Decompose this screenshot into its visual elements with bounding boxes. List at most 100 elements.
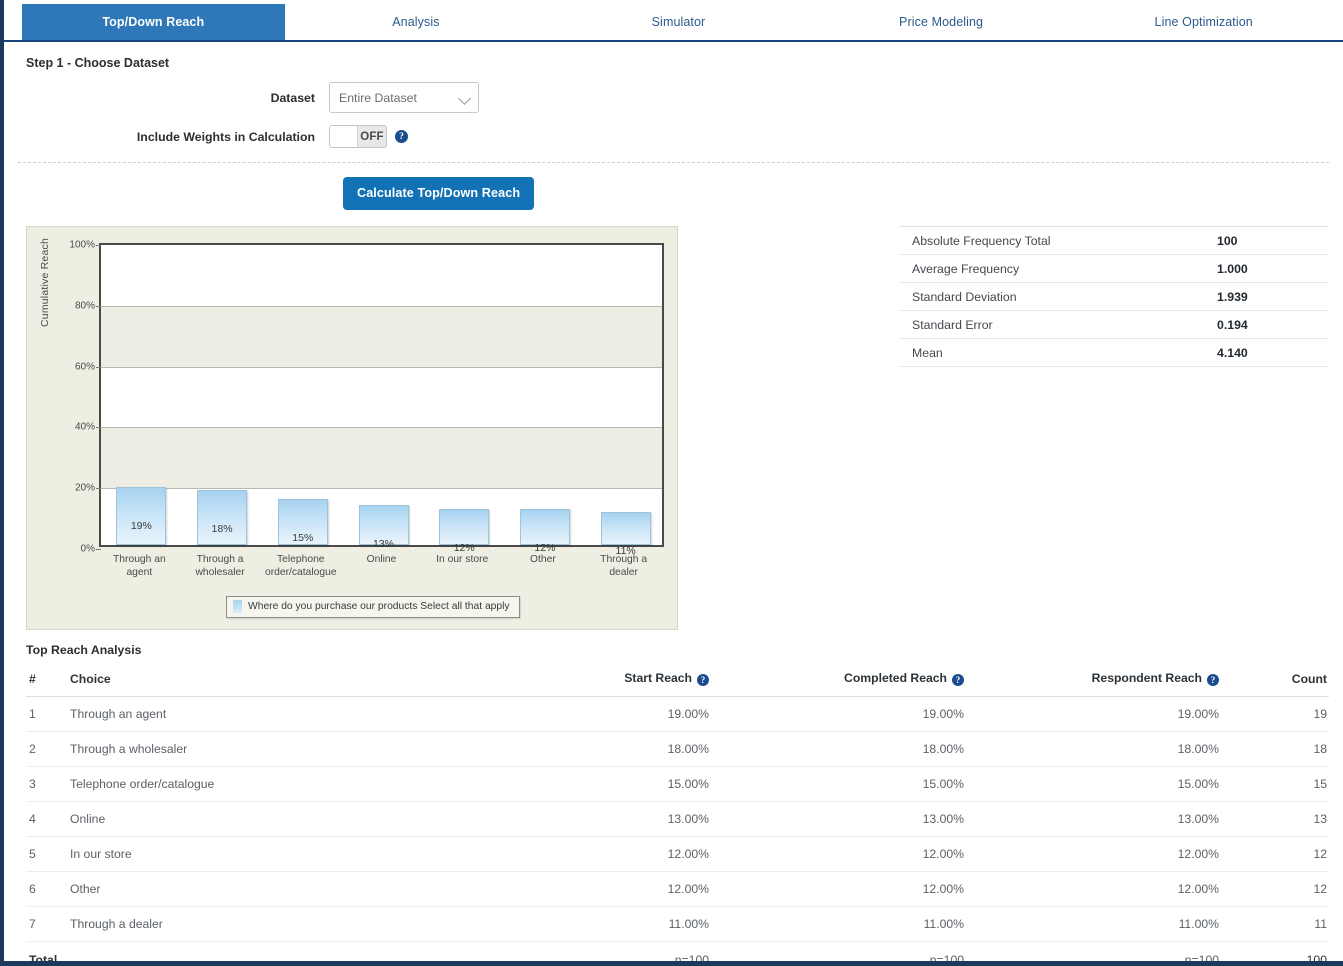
cell-respondent-reach: 12.00% [964,872,1219,907]
weights-row: Include Weights in Calculation OFF ? [4,125,1343,148]
step-title: Step 1 - Choose Dataset [26,56,1343,70]
col-header-count: Count [1219,664,1329,697]
cell-choice: Through an agent [70,697,499,732]
cell-respondent-reach: 13.00% [964,802,1219,837]
tab-analysis[interactable]: Analysis [285,4,548,40]
stats-row-name: Mean [899,346,1209,360]
page-root: Top/Down Reach Analysis SimulatorPrice Mod… [0,0,1343,966]
toggle-knob [330,126,358,147]
table-header-row: # Choice Start Reach? Completed Reach? R… [26,664,1329,697]
include-weights-toggle[interactable]: OFF [329,125,387,148]
chart-x-label: Telephone order/catalogue [264,553,337,579]
cell-start-reach: 12.00% [499,837,709,872]
calculate-row: Calculate Top/Down Reach [4,177,1343,210]
tab-top-down-reach[interactable]: Top/Down Reach [22,4,285,40]
cell-start-reach: 19.00% [499,697,709,732]
completed-reach-help-icon[interactable]: ? [952,674,964,686]
dataset-select[interactable]: Entire Dataset [329,82,479,113]
chart-bar: 12% [439,509,489,545]
table-body: 1Through an agent19.00%19.00%19.00%192Th… [26,697,1329,966]
summary-stats-table: Absolute Frequency Total100Average Frequ… [899,226,1329,367]
cell-count: 12 [1219,837,1329,872]
table-row: 4Online13.00%13.00%13.00%13 [26,802,1329,837]
cell-number: 3 [26,767,70,802]
cell-count: 11 [1219,907,1329,942]
cell-number: 4 [26,802,70,837]
col-header-completed-reach: Completed Reach? [709,664,964,697]
total-count: 100 [1219,942,1329,966]
cell-number: 7 [26,907,70,942]
chart-bar-value-label: 12% [521,542,569,554]
chart-bar-value-label: 12% [440,542,488,554]
chart-y-tick-label: 100% [69,240,95,251]
cell-respondent-reach: 19.00% [964,697,1219,732]
cell-number: 1 [26,697,70,732]
stats-row-value: 0.194 [1209,318,1329,332]
chart-y-tick-label: 80% [75,300,95,311]
cell-number: 5 [26,837,70,872]
section-divider [18,162,1329,163]
col-header-start-reach-label: Start Reach [624,671,692,685]
weights-help-icon[interactable]: ? [395,130,408,143]
table-row: 5In our store12.00%12.00%12.00%12 [26,837,1329,872]
tab-label: Analysis [392,15,439,29]
cell-respondent-reach: 18.00% [964,732,1219,767]
start-reach-help-icon[interactable]: ? [697,674,709,686]
chart-bar: 19% [116,487,166,545]
cell-number: 2 [26,732,70,767]
tab-label: Top/Down Reach [102,15,204,29]
cell-completed-reach: 11.00% [709,907,964,942]
respondent-reach-help-icon[interactable]: ? [1207,674,1219,686]
chevron-down-icon [458,92,471,105]
chart-bar-value-label: 19% [117,520,165,532]
cell-completed-reach: 12.00% [709,837,964,872]
table-row: 1Through an agent19.00%19.00%19.00%19 [26,697,1329,732]
top-reach-analysis-table: # Choice Start Reach? Completed Reach? R… [26,664,1329,966]
total-start-reach: n=100 [499,942,709,966]
chart-bar-value-label: 18% [198,523,246,535]
tab-simulator[interactable]: Simulator [547,4,810,40]
stats-row-name: Standard Error [899,318,1209,332]
chart-y-tick-label: 40% [75,422,95,433]
chart-x-label: In our store [426,553,499,566]
chart-y-tick-label: 60% [75,361,95,372]
calculate-topdown-reach-button[interactable]: Calculate Top/Down Reach [343,177,534,210]
cell-count: 18 [1219,732,1329,767]
analysis-title: Top Reach Analysis [26,643,1343,657]
cell-choice: Through a wholesaler [70,732,499,767]
total-respondent-reach: n=100 [964,942,1219,966]
cell-choice: Telephone order/catalogue [70,767,499,802]
stats-row-value: 4.140 [1209,346,1329,360]
cell-completed-reach: 18.00% [709,732,964,767]
tab-line-optimization[interactable]: Line Optimization [1072,4,1335,40]
table-row: 6Other12.00%12.00%12.00%12 [26,872,1329,907]
chart-x-label: Through an agent [103,553,176,579]
cell-respondent-reach: 15.00% [964,767,1219,802]
chart-bar-value-label: 13% [360,538,408,550]
cumulative-reach-chart: Cumulative Reach 0%20%40%60%80%100% 19%1… [26,226,678,630]
stats-row: Standard Deviation1.939 [899,283,1329,311]
chart-x-label: Other [507,553,580,566]
cell-completed-reach: 19.00% [709,697,964,732]
total-completed-reach: n=100 [709,942,964,966]
col-header-respondent-reach-label: Respondent Reach [1092,671,1202,685]
total-label: Total [26,942,70,966]
col-header-start-reach: Start Reach? [499,664,709,697]
results-area: Cumulative Reach 0%20%40%60%80%100% 19%1… [4,226,1343,630]
cell-choice: Other [70,872,499,907]
cell-start-reach: 18.00% [499,732,709,767]
cell-choice: Through a dealer [70,907,499,942]
cell-count: 19 [1219,697,1329,732]
cell-start-reach: 15.00% [499,767,709,802]
cell-start-reach: 11.00% [499,907,709,942]
cell-completed-reach: 13.00% [709,802,964,837]
chart-y-tick-label: 0% [81,544,95,555]
legend-label: Where do you purchase our products Selec… [248,601,510,612]
tab-label: Line Optimization [1155,15,1253,29]
legend-swatch-icon [233,600,242,613]
tab-price-modeling[interactable]: Price Modeling [810,4,1073,40]
table-row: 7Through a dealer11.00%11.00%11.00%11 [26,907,1329,942]
chart-plot-area: 0%20%40%60%80%100% 19%18%15%13%12%12%11% [99,243,664,547]
cell-start-reach: 12.00% [499,872,709,907]
chart-y-tick-label: 20% [75,483,95,494]
